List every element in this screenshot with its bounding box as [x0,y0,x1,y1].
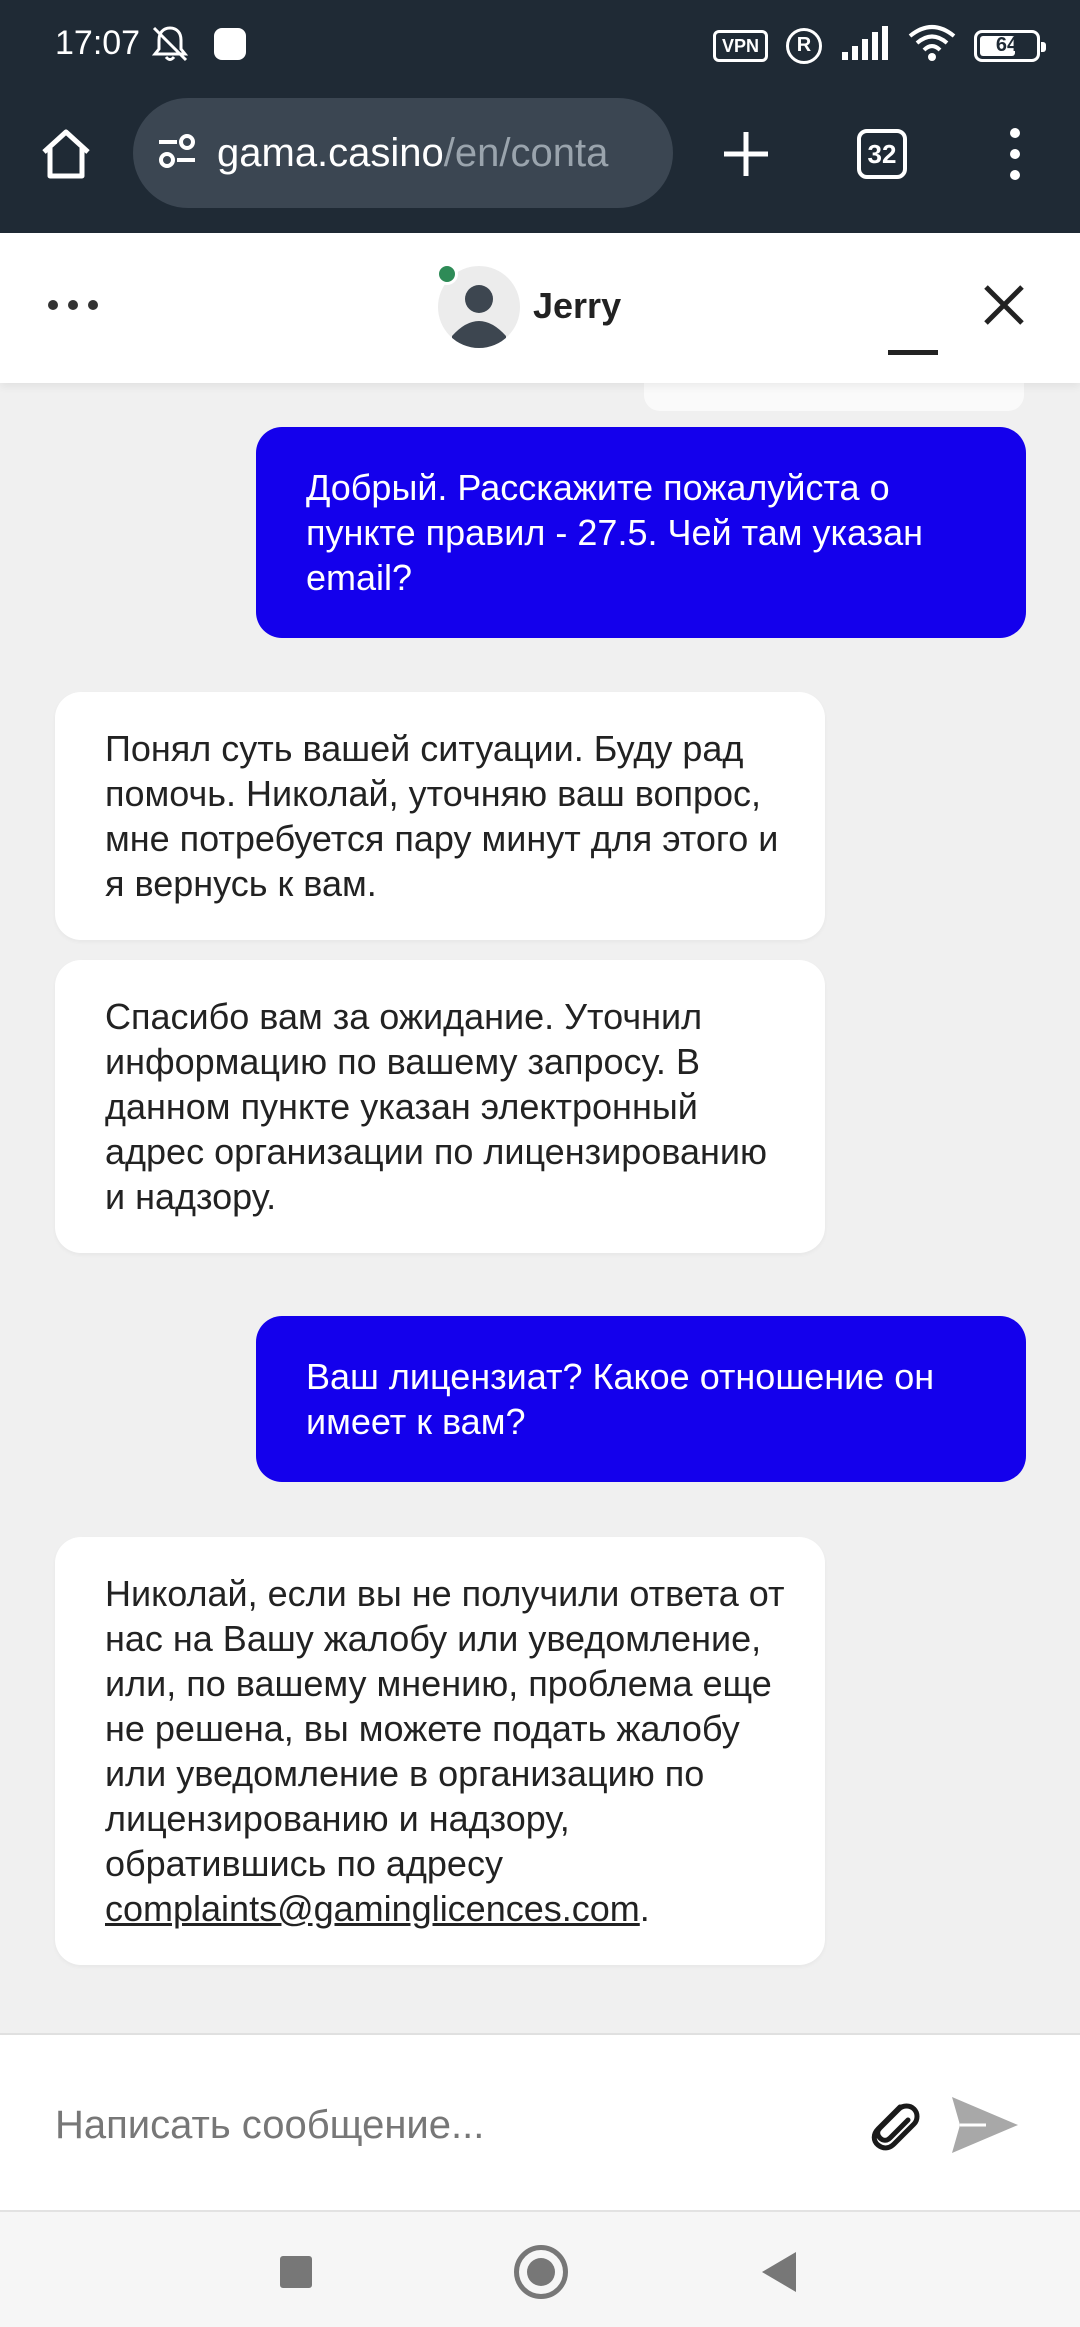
battery-icon: 64 [974,29,1046,62]
message-text: Добрый. Расскажите пожалуйста о пункте п… [306,467,924,598]
message-text: Спасибо вам за ожидание. Уточнил информа… [105,996,767,1217]
email-link[interactable]: complaints@gaminglicences.com [105,1888,640,1929]
message-suffix: . [639,1888,650,1929]
online-status-indicator [436,263,458,285]
back-button[interactable] [762,2252,796,2292]
chat-messages[interactable]: Добрый. Расскажите пожалуйста о пункте п… [0,383,1080,2033]
message-input[interactable] [55,2090,835,2160]
close-icon[interactable] [980,281,1028,329]
signal-icon [840,25,890,66]
status-time: 17:07 [55,24,141,62]
url-domain: gama.casino [217,130,444,175]
address-bar[interactable]: gama.casino/en/conta [133,98,673,208]
message-composer [0,2033,1080,2210]
site-settings-icon[interactable] [155,129,199,178]
mute-icon [148,22,192,71]
paperclip-icon[interactable] [860,2093,924,2157]
new-tab-button[interactable] [716,124,776,184]
system-nav-bar [0,2210,1080,2327]
url-path: /en/conta [443,130,609,175]
roaming-icon: R [786,27,822,64]
message-agent: Понял суть вашей ситуации. Буду рад помо… [55,692,825,940]
send-icon[interactable] [950,2093,1020,2157]
browser-toolbar: gama.casino/en/conta 32 [0,96,1080,233]
status-left-icons [148,22,248,71]
vpn-icon: VPN [712,29,768,62]
home-button[interactable] [36,124,96,184]
chat-header: Jerry [0,233,1080,383]
tabs-button[interactable]: 32 [857,129,907,179]
home-icon [42,129,90,179]
home-nav-button[interactable] [514,2245,568,2299]
battery-level: 64 [995,34,1019,56]
more-vert-icon[interactable] [1000,124,1030,184]
wifi-icon [908,24,956,67]
message-user: Ваш лицензиат? Какое отношение он имеет … [256,1316,1026,1482]
url-text: gama.casino/en/conta [217,131,608,176]
more-horiz-icon[interactable] [48,290,108,320]
notification-square-icon [212,26,248,67]
recents-button[interactable] [280,2256,312,2288]
message-agent: Николай, если вы не получили ответа от н… [55,1537,825,1965]
plus-icon [724,132,768,176]
agent-name: Jerry [533,285,622,326]
message-text: Ваш лицензиат? Какое отношение он имеет … [306,1356,935,1442]
minimize-icon[interactable] [888,303,940,355]
previous-message-partial [644,383,1024,411]
status-right-icons: VPN R 64 [712,24,1046,67]
message-user: Добрый. Расскажите пожалуйста о пункте п… [256,427,1026,638]
status-bar: 17:07 VPN R 64 [0,0,1080,96]
message-text: Николай, если вы не получили ответа от н… [105,1573,785,1884]
message-text: Понял суть вашей ситуации. Буду рад помо… [105,728,779,904]
message-agent: Спасибо вам за ожидание. Уточнил информа… [55,960,825,1253]
